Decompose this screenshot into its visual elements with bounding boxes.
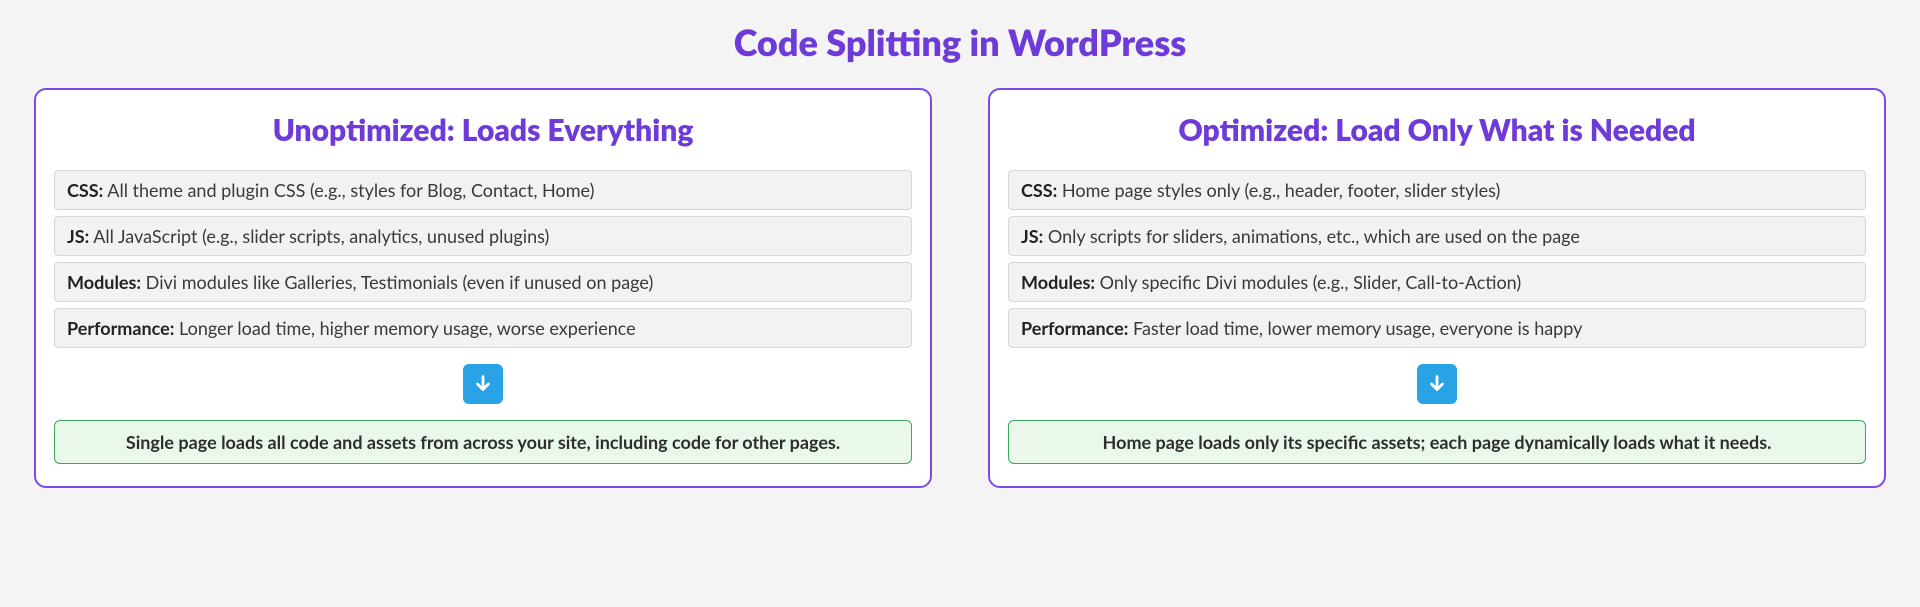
arrow-down-icon xyxy=(463,364,503,404)
item-label: JS: xyxy=(1021,225,1043,247)
panel-unoptimized: Unoptimized: Loads Everything CSS: All t… xyxy=(34,88,932,488)
item-text: Longer load time, higher memory usage, w… xyxy=(174,317,635,339)
item-text: Only specific Divi modules (e.g., Slider… xyxy=(1095,271,1521,293)
item-text: Divi modules like Galleries, Testimonial… xyxy=(141,271,653,293)
arrow-down-icon xyxy=(1417,364,1457,404)
list-item: CSS: All theme and plugin CSS (e.g., sty… xyxy=(54,170,912,210)
item-label: Modules: xyxy=(67,271,141,293)
item-text: All theme and plugin CSS (e.g., styles f… xyxy=(103,179,594,201)
item-label: Performance: xyxy=(67,317,174,339)
panel-optimized: Optimized: Load Only What is Needed CSS:… xyxy=(988,88,1886,488)
arrow-down-container xyxy=(54,364,912,404)
summary-unoptimized: Single page loads all code and assets fr… xyxy=(54,420,912,464)
page-title: Code Splitting in WordPress xyxy=(34,20,1886,64)
item-label: Performance: xyxy=(1021,317,1128,339)
summary-optimized: Home page loads only its specific assets… xyxy=(1008,420,1866,464)
list-item: Modules: Only specific Divi modules (e.g… xyxy=(1008,262,1866,302)
item-text: All JavaScript (e.g., slider scripts, an… xyxy=(89,225,549,247)
item-label: CSS: xyxy=(1021,179,1057,201)
list-item: Modules: Divi modules like Galleries, Te… xyxy=(54,262,912,302)
item-label: CSS: xyxy=(67,179,103,201)
panel-title-unoptimized: Unoptimized: Loads Everything xyxy=(54,112,912,148)
list-item: Performance: Faster load time, lower mem… xyxy=(1008,308,1866,348)
list-item: JS: Only scripts for sliders, animations… xyxy=(1008,216,1866,256)
panels-row: Unoptimized: Loads Everything CSS: All t… xyxy=(34,88,1886,488)
item-label: JS: xyxy=(67,225,89,247)
list-item: JS: All JavaScript (e.g., slider scripts… xyxy=(54,216,912,256)
item-text: Only scripts for sliders, animations, et… xyxy=(1043,225,1580,247)
panel-title-optimized: Optimized: Load Only What is Needed xyxy=(1008,112,1866,148)
item-label: Modules: xyxy=(1021,271,1095,293)
arrow-down-container xyxy=(1008,364,1866,404)
item-text: Faster load time, lower memory usage, ev… xyxy=(1128,317,1582,339)
list-item: CSS: Home page styles only (e.g., header… xyxy=(1008,170,1866,210)
item-text: Home page styles only (e.g., header, foo… xyxy=(1057,179,1500,201)
list-item: Performance: Longer load time, higher me… xyxy=(54,308,912,348)
